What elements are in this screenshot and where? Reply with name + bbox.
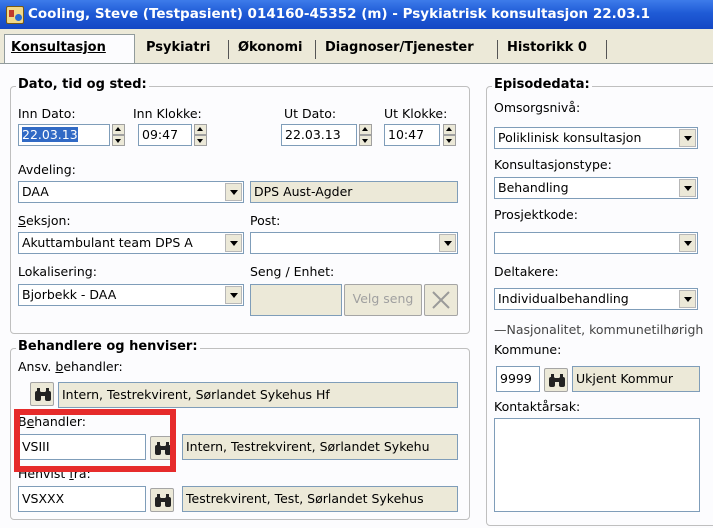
tab-label: Økonomi — [238, 40, 303, 55]
inn-klokke-spinner[interactable] — [194, 124, 207, 146]
ut-klokke-spinner[interactable] — [443, 124, 456, 146]
behandlere-group-title: Behandlere og henviser: — [16, 339, 200, 354]
prosjekt-label: Prosjektkode: — [494, 207, 578, 222]
ansv-behandler-name: Intern, Testrekvirent, Sørlandet Sykehus… — [58, 382, 458, 408]
app-icon — [6, 6, 24, 24]
binoculars-icon — [35, 388, 51, 401]
avdeling-value: DAA — [22, 184, 49, 199]
kommune-label: Kommune: — [494, 342, 562, 357]
spin-down-icon[interactable] — [194, 135, 207, 146]
tab-label: Psykiatri — [146, 40, 211, 55]
tab-label: Diagnoser/Tjenester — [325, 40, 474, 55]
kommune-code-field[interactable]: 9999 — [496, 366, 540, 392]
ut-klokke-field[interactable]: 10:47 — [384, 124, 440, 146]
clear-seng-button[interactable] — [424, 284, 458, 316]
inn-klokke-label: Inn Klokke: — [133, 106, 202, 121]
window-title: Cooling, Steve (Testpasient) 014160-4535… — [28, 6, 651, 22]
dropdown-arrow-icon[interactable] — [679, 290, 696, 308]
spin-up-icon[interactable] — [194, 124, 207, 135]
dropdown-arrow-icon[interactable] — [225, 234, 242, 252]
henvist-name-field: Testrekvirent, Test, Sørlandet Sykehus — [182, 486, 458, 512]
tab-label: Konsultasjon — [11, 40, 106, 55]
ut-dato-spinner[interactable] — [359, 124, 372, 146]
highlight-box — [14, 409, 176, 472]
deltakere-value: Individualbehandling — [498, 291, 629, 306]
spin-down-icon[interactable] — [443, 135, 456, 146]
kommune-name-field: Ukjent Kommur — [572, 366, 700, 392]
tab-separator — [228, 40, 229, 59]
omsorg-select[interactable]: Poliklinisk konsultasjon — [494, 127, 698, 149]
ut-klokke-label: Ut Klokke: — [384, 106, 448, 121]
avdeling-name-field: DPS Aust-Agder — [250, 181, 458, 203]
dato-group-title: Dato, tid og sted: — [16, 77, 149, 92]
spin-down-icon[interactable] — [112, 135, 125, 146]
inn-dato-label: Inn Dato: — [18, 106, 76, 121]
binoculars-icon — [549, 374, 565, 387]
post-select[interactable] — [250, 232, 458, 254]
ut-dato-field[interactable]: 22.03.13 — [281, 124, 357, 146]
title-bar: Cooling, Steve (Testpasient) 014160-4535… — [0, 0, 713, 29]
ansv-lookup-button[interactable] — [30, 382, 54, 406]
tab-diagnoser[interactable]: Diagnoser/Tjenester — [319, 35, 480, 63]
dropdown-arrow-icon[interactable] — [679, 179, 696, 197]
tab-label: Historikk 0 — [507, 40, 587, 55]
seksjon-select[interactable]: Akuttambulant team DPS A — [18, 232, 244, 254]
lokalisering-select[interactable]: Bjorbekk - DAA — [18, 284, 244, 306]
henvist-lookup-button[interactable] — [150, 488, 174, 512]
spin-down-icon[interactable] — [359, 135, 372, 146]
post-label: Post: — [250, 213, 281, 228]
lokalisering-value: Bjorbekk - DAA — [22, 287, 117, 302]
tab-separator — [606, 40, 607, 59]
konstype-label: Konsultasjonstype: — [494, 157, 612, 172]
inn-dato-field[interactable]: 22.03.13 — [18, 124, 110, 146]
velg-seng-button[interactable]: Velg seng — [344, 284, 422, 316]
spin-up-icon[interactable] — [112, 124, 125, 135]
kommune-lookup-button[interactable] — [544, 368, 568, 392]
kontakt-textarea[interactable] — [494, 418, 700, 512]
nasjonalitet-separator-label: —Nasjonalitet, kommunetilhørigh — [494, 322, 704, 337]
episode-group-title: Episodedata: — [492, 77, 592, 92]
spin-up-icon[interactable] — [443, 124, 456, 135]
behandler-name-field: Intern, Testrekvirent, Sørlandet Sykehu — [182, 434, 458, 460]
henvist-code-field[interactable]: VSXXX — [18, 486, 146, 512]
deltakere-label: Deltakere: — [494, 264, 559, 279]
seksjon-value: Akuttambulant team DPS A — [22, 235, 193, 250]
seng-field — [250, 284, 342, 316]
dropdown-arrow-icon[interactable] — [679, 234, 696, 252]
seksjon-label: Seksjon: — [18, 213, 71, 228]
dropdown-arrow-icon[interactable] — [679, 129, 696, 147]
omsorg-label: Omsorgsnivå: — [494, 100, 581, 115]
konstype-select[interactable]: Behandling — [494, 177, 698, 199]
tab-konsultasjon[interactable]: Konsultasjon — [4, 34, 135, 64]
seng-label: Seng / Enhet: — [250, 264, 335, 279]
binoculars-icon — [155, 494, 171, 507]
omsorg-value: Poliklinisk konsultasjon — [498, 130, 642, 145]
lokalisering-label: Lokalisering: — [18, 264, 97, 279]
avdeling-select[interactable]: DAA — [18, 181, 244, 203]
prosjekt-select[interactable] — [494, 232, 698, 254]
konstype-value: Behandling — [498, 180, 569, 195]
tab-historikk[interactable]: Historikk 0 — [501, 35, 593, 63]
close-x-icon — [432, 291, 450, 309]
tab-okonomi[interactable]: Økonomi — [232, 35, 309, 63]
kontakt-label: Kontaktårsak: — [494, 399, 581, 414]
dropdown-arrow-icon[interactable] — [439, 234, 456, 252]
tab-psykiatri[interactable]: Psykiatri — [140, 35, 217, 63]
spin-up-icon[interactable] — [359, 124, 372, 135]
ansv-behandler-label: Ansv. behandler: — [18, 359, 123, 374]
deltakere-select[interactable]: Individualbehandling — [494, 288, 698, 310]
inn-dato-value: 22.03.13 — [22, 127, 78, 142]
inn-dato-spinner[interactable] — [112, 124, 125, 146]
dropdown-arrow-icon[interactable] — [225, 286, 242, 304]
dropdown-arrow-icon[interactable] — [225, 183, 242, 201]
tab-divider — [0, 63, 713, 64]
inn-klokke-field[interactable]: 09:47 — [138, 124, 192, 146]
nasjonalitet-label: Nasjonalitet, kommunetilhørigh — [506, 322, 704, 337]
avdeling-label: Avdeling: — [18, 162, 76, 177]
ut-dato-label: Ut Dato: — [284, 106, 337, 121]
tab-separator — [315, 40, 316, 59]
tab-separator — [497, 40, 498, 59]
